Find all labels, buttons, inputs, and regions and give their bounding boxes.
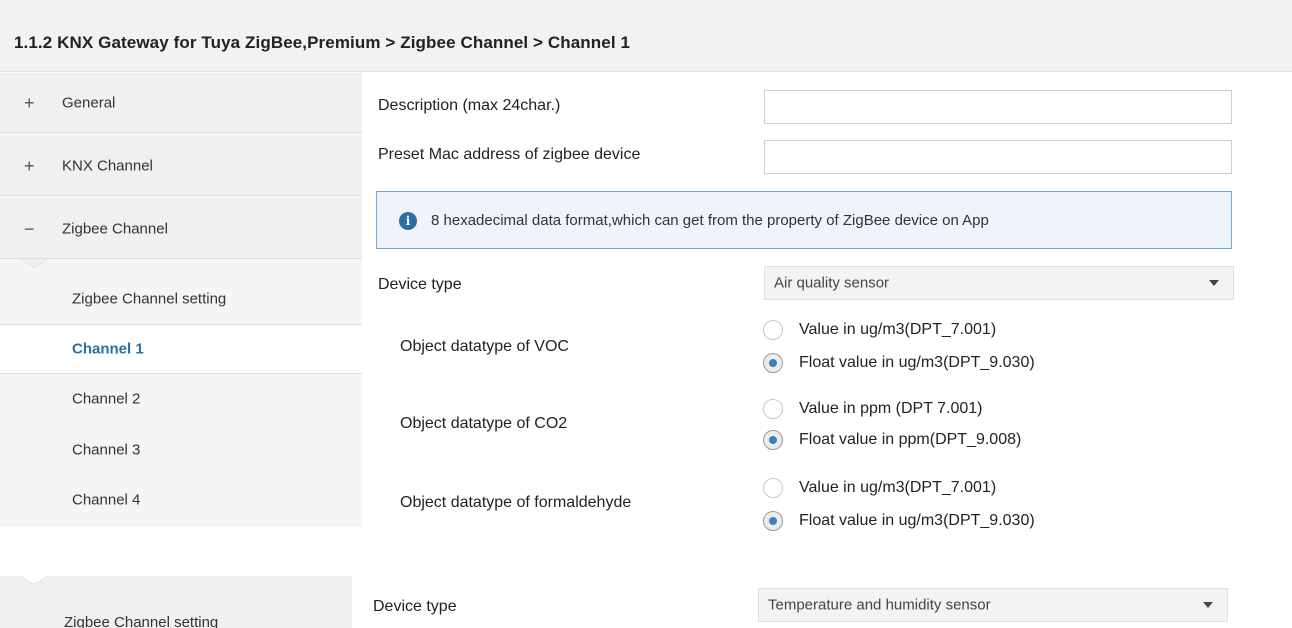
- formaldehyde-datatype-label: Object datatype of formaldehyde: [400, 494, 632, 511]
- bottom-device-type-select[interactable]: Temperature and humidity sensor: [758, 588, 1228, 622]
- submenu-notch-fill: [21, 259, 47, 267]
- voc-option-int-label[interactable]: Value in ug/m3(DPT_7.001): [799, 321, 996, 339]
- formaldehyde-option-float-label[interactable]: Float value in ug/m3(DPT_9.030): [799, 512, 1035, 530]
- device-type-label: Device type: [378, 276, 462, 293]
- bottom-sidebar-fragment: Zigbee Channel setting: [0, 576, 352, 628]
- bottom-sidebar-subitem-label[interactable]: Zigbee Channel setting: [64, 614, 218, 628]
- bottom-device-type-label: Device type: [373, 598, 457, 615]
- info-icon: i: [399, 212, 417, 230]
- device-type-select[interactable]: Air quality sensor: [764, 266, 1234, 300]
- sidebar-item-label: Zigbee Channel: [62, 220, 168, 237]
- sidebar-subitem-channel-4[interactable]: Channel 4: [0, 475, 362, 525]
- description-input[interactable]: [764, 90, 1232, 124]
- sidebar-subitem-label: Channel 3: [72, 441, 141, 459]
- sidebar-item-label: General: [62, 94, 116, 111]
- mac-address-label: Preset Mac address of zigbee device: [378, 146, 641, 163]
- expand-plus-icon[interactable]: +: [24, 94, 35, 112]
- parameter-panel: Description (max 24char.) Preset Mac add…: [362, 73, 1292, 533]
- title-bar: 1.1.2 KNX Gateway for Tuya ZigBee,Premiu…: [0, 0, 1292, 72]
- sidebar: + General + KNX Channel − Zigbee Channel…: [0, 73, 362, 527]
- description-label: Description (max 24char.): [378, 97, 561, 114]
- sidebar-subitem-label: Channel 4: [72, 491, 141, 509]
- submenu-notch-fill: [21, 576, 47, 584]
- sidebar-subitem-channel-1[interactable]: Channel 1: [0, 324, 362, 374]
- voc-datatype-label: Object datatype of VOC: [400, 338, 569, 355]
- co2-datatype-label: Object datatype of CO2: [400, 415, 568, 432]
- co2-option-float-label[interactable]: Float value in ppm(DPT_9.008): [799, 431, 1021, 449]
- sidebar-subitem-label: Channel 1: [72, 340, 144, 358]
- sidebar-item-knx-channel[interactable]: + KNX Channel: [0, 136, 362, 196]
- voc-option-int-radio[interactable]: [763, 320, 783, 340]
- mac-address-input[interactable]: [764, 140, 1232, 174]
- chevron-down-icon: [1209, 280, 1219, 286]
- sidebar-subitem-channel-3[interactable]: Channel 3: [0, 425, 362, 475]
- chevron-down-icon: [1203, 602, 1213, 608]
- expand-plus-icon[interactable]: +: [24, 157, 35, 175]
- sidebar-item-label: KNX Channel: [62, 157, 153, 174]
- collapse-minus-icon[interactable]: −: [24, 220, 35, 238]
- voc-option-float-label[interactable]: Float value in ug/m3(DPT_9.030): [799, 354, 1035, 372]
- bottom-device-type-value: Temperature and humidity sensor: [768, 596, 991, 614]
- formaldehyde-option-int-radio[interactable]: [763, 478, 783, 498]
- sidebar-subitem-label: Zigbee Channel setting: [72, 290, 227, 308]
- sidebar-subitem-zigbee-channel-setting[interactable]: Zigbee Channel setting: [0, 274, 362, 324]
- voc-option-float-radio[interactable]: [763, 353, 783, 373]
- breadcrumb-title: 1.1.2 KNX Gateway for Tuya ZigBee,Premiu…: [14, 33, 631, 52]
- sidebar-subitem-label: Channel 2: [72, 390, 141, 408]
- sidebar-item-general[interactable]: + General: [0, 73, 362, 133]
- device-type-value: Air quality sensor: [774, 274, 890, 292]
- info-box: i 8 hexadecimal data format,which can ge…: [376, 191, 1232, 249]
- co2-option-int-label[interactable]: Value in ppm (DPT 7.001): [799, 400, 983, 418]
- formaldehyde-option-int-label[interactable]: Value in ug/m3(DPT_7.001): [799, 479, 996, 497]
- info-text: 8 hexadecimal data format,which can get …: [431, 212, 989, 229]
- co2-option-float-radio[interactable]: [763, 430, 783, 450]
- sidebar-subitem-channel-2[interactable]: Channel 2: [0, 374, 362, 424]
- co2-option-int-radio[interactable]: [763, 399, 783, 419]
- formaldehyde-option-float-radio[interactable]: [763, 511, 783, 531]
- sidebar-item-zigbee-channel[interactable]: − Zigbee Channel: [0, 199, 362, 259]
